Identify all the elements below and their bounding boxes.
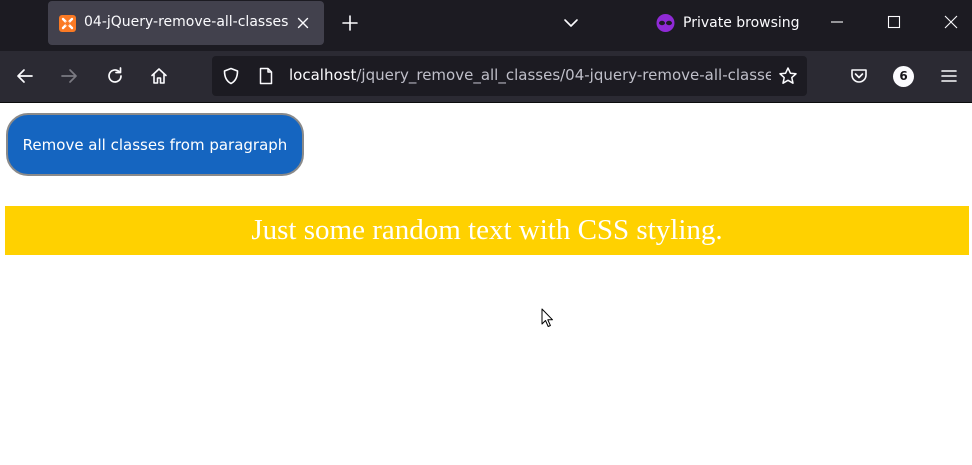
menu-icon[interactable]	[939, 66, 959, 86]
url-text[interactable]: localhost/jquery_remove_all_classes/04-j…	[289, 66, 771, 84]
chevron-down-icon[interactable]	[562, 15, 580, 29]
url-host: localhost	[289, 66, 357, 84]
shield-icon[interactable]	[222, 67, 240, 85]
mouse-cursor-icon	[541, 308, 555, 329]
extensions-badge: 6	[893, 66, 914, 87]
pocket-icon[interactable]	[849, 66, 869, 86]
tab-title: 04-jQuery-remove-all-classes	[84, 14, 289, 30]
minimize-icon[interactable]	[829, 14, 845, 30]
page-icon[interactable]	[258, 67, 274, 85]
private-browsing-label: Private browsing	[683, 15, 800, 31]
plus-icon[interactable]	[340, 13, 360, 33]
close-icon[interactable]	[295, 15, 311, 31]
navigation-toolbar: localhost/jquery_remove_all_classes/04-j…	[0, 51, 972, 103]
url-path: /jquery_remove_all_classes/04-jquery-rem…	[356, 66, 771, 84]
star-icon[interactable]	[778, 66, 798, 86]
page-content: Remove all classes from paragraph Just s…	[0, 103, 972, 465]
remove-all-classes-button[interactable]: Remove all classes from paragraph	[6, 113, 304, 176]
forward-arrow-icon[interactable]	[59, 66, 79, 86]
address-bar[interactable]: localhost/jquery_remove_all_classes/04-j…	[212, 56, 807, 96]
extensions-button[interactable]: 6	[893, 66, 914, 87]
tab-bar: 04-jQuery-remove-all-classes Private bro…	[0, 0, 972, 51]
browser-tab[interactable]: 04-jQuery-remove-all-classes	[48, 1, 324, 45]
home-icon[interactable]	[149, 66, 169, 86]
styled-paragraph: Just some random text with CSS styling.	[5, 206, 969, 255]
reload-icon[interactable]	[105, 66, 125, 86]
private-mask-icon	[656, 14, 675, 32]
xampp-favicon-icon	[59, 15, 76, 32]
back-arrow-icon[interactable]	[15, 66, 35, 86]
maximize-icon[interactable]	[886, 14, 902, 30]
window-close-icon[interactable]	[943, 14, 959, 30]
